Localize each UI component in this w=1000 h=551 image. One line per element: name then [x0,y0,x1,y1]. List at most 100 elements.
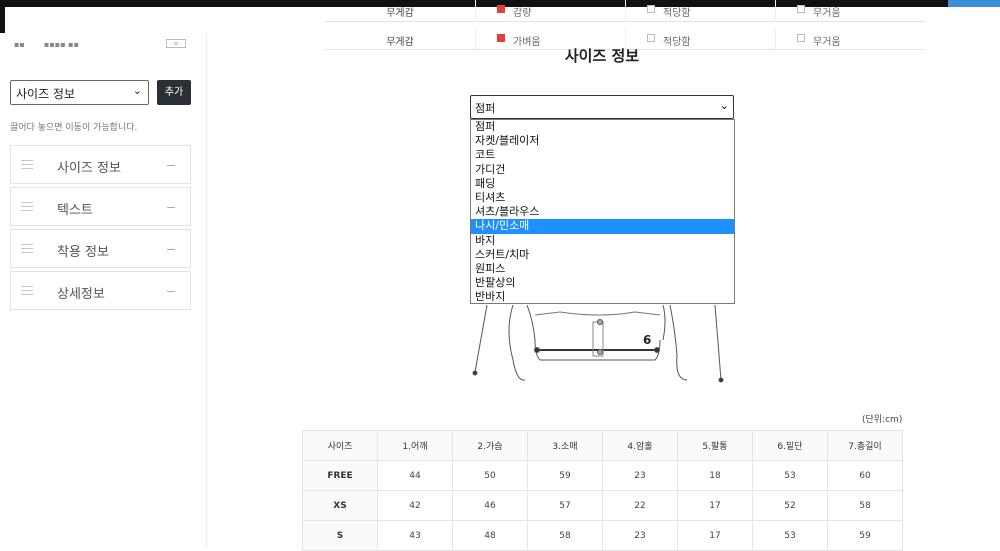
block-type-select[interactable]: 사이즈 정보 ⌄ [10,80,149,105]
weight-option[interactable]: 적당함 [647,4,691,19]
block-label: 텍스트 [57,203,93,218]
dropdown-option[interactable]: 원피스 [471,262,734,276]
size-table: 사이즈 1.어깨 2.가슴 3.소매 4.암홀 5.팔통 6.밑단 7.총길이 FREE 44 50… [302,430,903,551]
block-item-text[interactable]: 텍스트 [10,187,191,226]
sleeve-right-inner [662,304,666,341]
collapse-icon[interactable] [167,291,175,292]
block-label: 상세정보 [57,287,105,302]
dropdown-option[interactable]: 스커트/치마 [471,248,734,262]
drag-handle-icon[interactable] [21,160,33,172]
table-cell: 42 [377,490,453,521]
row-label: 무게감 [386,8,414,19]
dropdown-option[interactable]: 바지 [471,234,734,248]
table-row: XS 42 46 57 22 17 52 58 [302,490,903,521]
table-header-cell: 2.가슴 [452,430,528,461]
size-label-cell: FREE [302,460,378,491]
table-cell: 17 [677,520,753,551]
category-dropdown-list: 점퍼 자켓/블레이저 코트 가디건 패딩 티셔츠 셔츠/블라우스 나시/민소매 바지 스커트/치마… [470,119,735,304]
measure-point [472,370,478,376]
add-block-button[interactable]: 추가 [157,80,191,105]
block-type-value: 사이즈 정보 [16,87,76,101]
background-row: 무게감 감량 적당함 무거움 [325,0,925,22]
table-cell: 53 [752,460,828,491]
sleeve-left-outline [508,304,526,381]
table-header-cell: 5.팔통 [677,430,753,461]
drag-handle-icon[interactable] [21,286,33,298]
table-header-cell: 6.밑단 [752,430,828,461]
table-cell: 17 [677,490,753,521]
block-item-detail-info[interactable]: 상세정보 [10,271,191,310]
checkbox-icon[interactable] [797,34,805,42]
drag-hint: 끌어다 놓으면 이동이 가능합니다. [10,123,138,133]
jumper-diagram: 6 [472,304,724,383]
dropdown-option[interactable]: 자켓/블레이저 [471,134,734,148]
dropdown-option[interactable]: 점퍼 [471,120,734,134]
measure-line [474,304,488,373]
sleeve-left-inner [526,304,536,341]
table-header-cell: 1.어깨 [377,430,453,461]
dropdown-option[interactable]: 반팔상의 [471,276,734,290]
table-header-cell: 7.총길이 [827,430,903,461]
table-cell: 50 [452,460,528,491]
table-row: S 43 48 58 23 17 53 59 [302,520,903,551]
table-header-cell: 4.암홀 [602,430,678,461]
dropdown-option[interactable]: 티셔츠 [471,191,734,205]
table-header-cell: 사이즈 [302,430,378,461]
body-outline [534,311,661,316]
table-cell: 23 [602,520,678,551]
dropdown-option[interactable]: 패딩 [471,177,734,191]
table-cell: 52 [752,490,828,521]
table-cell: 58 [527,520,603,551]
table-cell: 22 [602,490,678,521]
collapse-icon[interactable] [167,207,175,208]
dropdown-option[interactable]: 나시/민소매 [471,219,734,234]
checkbox-icon[interactable] [647,34,655,42]
table-cell: 53 [752,520,828,551]
table-header-cell: 3.소매 [527,430,603,461]
page-title: 사이즈 정보 [564,47,640,65]
measure-point [718,377,724,383]
block-editor-panel: ▪▪ ▪▪▪▪ ▪▪ ▫ 사이즈 정보 ⌄ 추가 끌어다 놓으면 이동이 가능합… [0,33,207,548]
measure-line [714,304,722,381]
sleeve-right-outline [669,304,688,381]
table-cell: 44 [377,460,453,491]
checkbox-icon[interactable] [497,34,505,42]
weight-option[interactable]: 무거움 [797,4,841,19]
table-cell: 23 [602,460,678,491]
table-cell: 57 [527,490,603,521]
table-cell: 59 [827,520,903,551]
panel-logo: ▪▪ ▪▪▪▪ ▪▪ [14,40,80,49]
weight-option[interactable]: 무거움 [797,33,841,48]
checkbox-icon[interactable] [497,5,505,13]
chevron-down-icon: ⌄ [719,99,729,112]
category-select-value: 점퍼 [475,102,496,115]
checkbox-icon[interactable] [797,5,805,13]
weight-option[interactable]: 감량 [497,4,531,19]
table-cell: 46 [452,490,528,521]
table-cell: 58 [827,490,903,521]
dropdown-option[interactable]: 가디건 [471,163,734,177]
block-item-fit-info[interactable]: 착용 정보 [10,229,191,268]
collapse-icon[interactable] [167,165,175,166]
table-cell: 59 [527,460,603,491]
drag-handle-icon[interactable] [21,244,33,256]
table-row: FREE 44 50 59 23 18 53 60 [302,460,903,491]
category-select[interactable]: 점퍼 ⌄ [470,95,734,119]
unit-label: (단위:cm) [862,415,903,425]
block-label: 사이즈 정보 [57,161,121,176]
size-label-cell: XS [302,490,378,521]
collapse-icon[interactable] [167,249,175,250]
table-header-row: 사이즈 1.어깨 2.가슴 3.소매 4.암홀 5.팔통 6.밑단 7.총길이 [302,430,903,461]
dropdown-option[interactable]: 셔츠/블라우스 [471,205,734,219]
drag-handle-icon[interactable] [21,202,33,214]
block-item-size-info[interactable]: 사이즈 정보 [10,145,191,184]
measure-number-label: 6 [643,333,651,347]
top-bar-accent [948,0,1000,7]
dropdown-option[interactable]: 코트 [471,148,734,162]
size-label-cell: S [302,520,378,551]
table-cell: 48 [452,520,528,551]
panel-corner-button[interactable]: ▫ [166,39,186,48]
row-label: 무게감 [386,37,414,48]
checkbox-icon[interactable] [647,5,655,13]
table-cell: 43 [377,520,453,551]
